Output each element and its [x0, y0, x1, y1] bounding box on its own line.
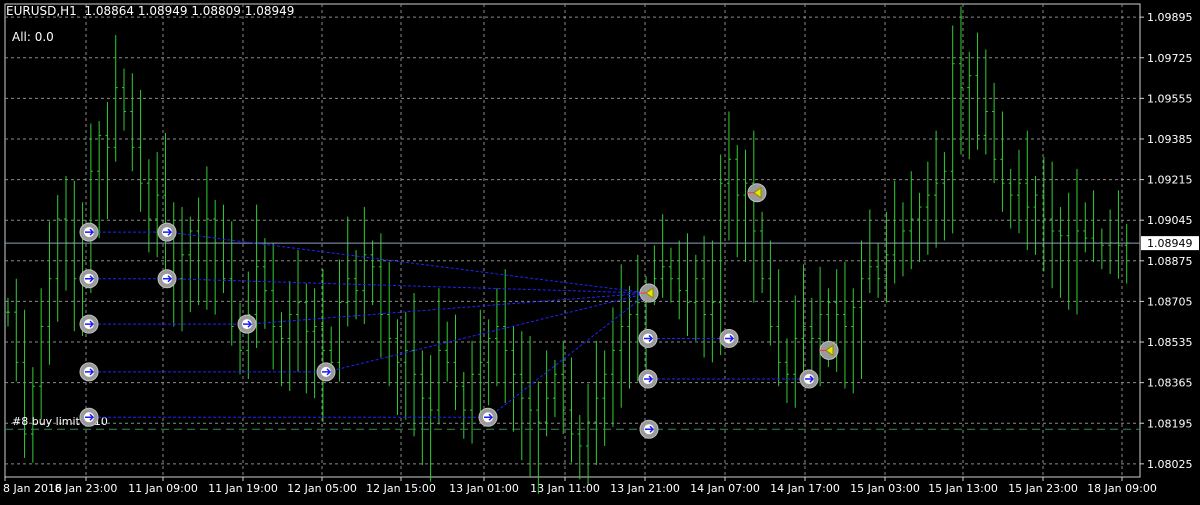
buy-marker	[79, 407, 99, 427]
price-chart[interactable]: 1.09895 1.09725 1.09555 1.09385 1.09215 1.090…	[0, 0, 1200, 500]
trade-exit-line	[326, 292, 649, 373]
y-tick-label: 1.08195	[1147, 417, 1193, 430]
buy-marker	[719, 328, 739, 348]
buy-marker	[157, 269, 177, 289]
chart-area[interactable]: 1.09895 1.09725 1.09555 1.09385 1.09215 1.090…	[0, 0, 1200, 500]
y-tick-label: 1.09045	[1147, 214, 1193, 227]
trade-exit-line	[167, 231, 649, 294]
all-label: All: 0.0	[12, 30, 54, 44]
y-tick-label: 1.08535	[1147, 336, 1193, 349]
x-tick-label: 15 Jan 03:00	[850, 482, 920, 495]
buy-marker	[799, 369, 819, 389]
buy-marker	[478, 407, 498, 427]
symbol-info: EURUSD,H1 1.08864 1.08949 1.08809 1.0894…	[6, 4, 295, 18]
sell-marker	[639, 283, 659, 303]
y-tick-label: 1.08875	[1147, 255, 1193, 268]
y-tick-label: 1.09215	[1147, 174, 1193, 187]
x-tick-label: 15 Jan 23:00	[1008, 482, 1078, 495]
x-tick-label: 14 Jan 07:00	[690, 482, 760, 495]
sell-marker	[747, 183, 767, 203]
buy-marker	[79, 269, 99, 289]
y-tick-label: 1.08365	[1147, 377, 1193, 390]
sell-marker	[819, 340, 839, 360]
x-tick-label: 11 Jan 19:00	[208, 482, 278, 495]
buy-marker	[638, 369, 658, 389]
trade-exit-line	[247, 292, 649, 325]
trade-exit-line	[488, 292, 649, 418]
buy-marker	[237, 314, 257, 334]
x-tick-label: 18 Jan 09:00	[1087, 482, 1157, 495]
y-tick-label: 1.08025	[1147, 458, 1193, 471]
trade-exit-line	[167, 278, 649, 294]
x-tick-label: 14 Jan 17:00	[770, 482, 840, 495]
buy-marker	[157, 222, 177, 242]
ohlc-bars	[6, 6, 1129, 494]
buy-marker	[316, 362, 336, 382]
y-tick-label: 1.09725	[1147, 52, 1193, 65]
x-tick-label: 11 Jan 09:00	[128, 482, 198, 495]
x-tick-label: 12 Jan 05:00	[287, 482, 357, 495]
buy-marker	[639, 419, 659, 439]
buy-marker	[79, 362, 99, 382]
buy-marker	[79, 222, 99, 242]
x-tick-label: 13 Jan 11:00	[530, 482, 600, 495]
x-tick-label: 8 Jan 23:00	[55, 482, 118, 495]
y-tick-label: 1.09895	[1147, 11, 1193, 24]
x-tick-label: 13 Jan 21:00	[610, 482, 680, 495]
x-tick-label: 15 Jan 13:00	[928, 482, 998, 495]
x-tick-label: 13 Jan 01:00	[449, 482, 519, 495]
buy-marker	[79, 314, 99, 334]
x-tick-label: 12 Jan 15:00	[366, 482, 436, 495]
x-tick-label: 8 Jan 2016	[3, 482, 62, 495]
current-price-label: 1.08949	[1147, 237, 1193, 250]
y-tick-label: 1.09555	[1147, 92, 1193, 105]
y-tick-label: 1.09385	[1147, 133, 1193, 146]
buy-marker	[638, 328, 658, 348]
y-tick-label: 1.08705	[1147, 295, 1193, 308]
